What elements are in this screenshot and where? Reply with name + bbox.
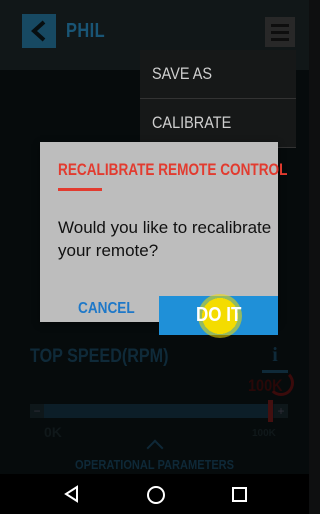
do-it-label: DO IT	[195, 304, 242, 326]
menu-item-calibrate[interactable]: CALIBRATE	[140, 99, 296, 148]
system-nav-bar	[0, 474, 309, 514]
overflow-menu: SAVE AS CALIBRATE	[140, 50, 296, 148]
cancel-button[interactable]: CANCEL	[78, 300, 135, 318]
nav-recents-icon[interactable]	[232, 487, 247, 502]
dialog-title-underline	[58, 188, 102, 191]
menu-item-save-as[interactable]: SAVE AS	[140, 50, 296, 99]
dialog-message: Would you like to recalibrate your remot…	[58, 218, 272, 260]
menu-item-label: CALIBRATE	[152, 113, 232, 132]
dialog-title: RECALIBRATE REMOTE CONTROL	[58, 160, 288, 179]
nav-home-icon[interactable]	[147, 486, 165, 504]
recalibrate-dialog: RECALIBRATE REMOTE CONTROL Would you lik…	[40, 142, 287, 322]
nav-back-icon[interactable]	[62, 484, 82, 504]
menu-item-label: SAVE AS	[152, 64, 212, 83]
